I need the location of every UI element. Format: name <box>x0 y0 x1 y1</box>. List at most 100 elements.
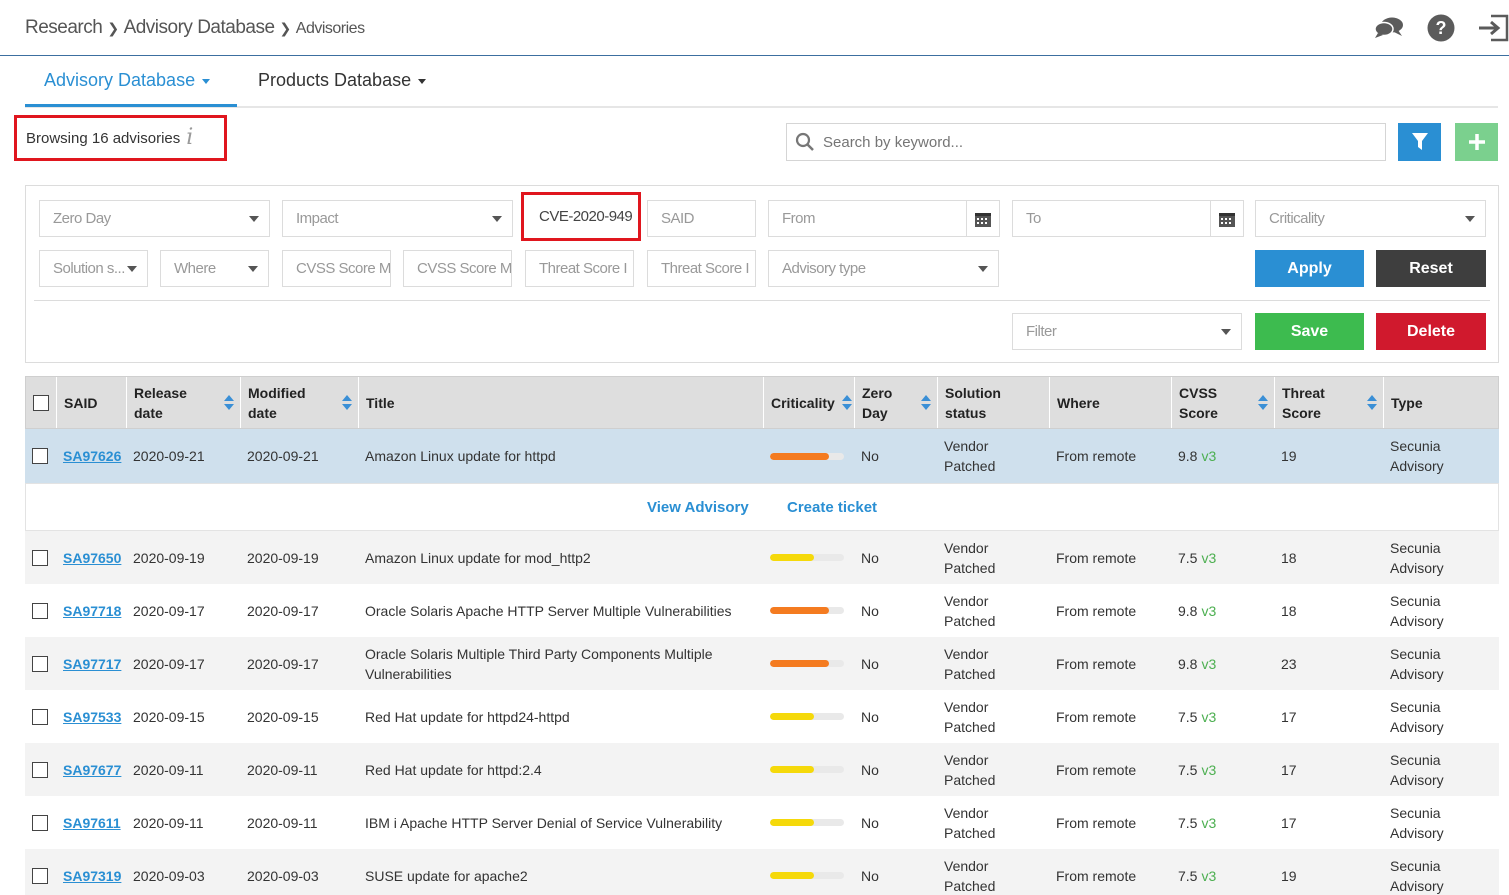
search-input[interactable] <box>823 133 1363 151</box>
breadcrumb-advisory-database[interactable]: Advisory Database <box>124 17 275 39</box>
advisory-type-select[interactable]: Advisory type <box>768 250 999 287</box>
header-cvss-score[interactable]: CVSS Score <box>1172 377 1275 428</box>
said-link[interactable]: SA97319 <box>63 868 121 884</box>
modified-date-cell: 2020-09-19 <box>240 531 358 584</box>
view-advisory-link[interactable]: View Advisory <box>647 484 749 530</box>
from-date-input[interactable]: From <box>768 200 1000 237</box>
criticality-select[interactable]: Criticality <box>1255 200 1486 237</box>
criticality-cell <box>763 637 854 690</box>
cvss-min-input[interactable]: CVSS Score M <box>282 250 391 287</box>
apply-button[interactable]: Apply <box>1255 250 1364 287</box>
tab-products-database[interactable]: Products Database <box>258 70 427 91</box>
logout-icon[interactable] <box>1477 12 1509 44</box>
tab-bar: Advisory Database Products Database <box>25 58 1498 108</box>
zero-day-value: No <box>861 655 879 672</box>
where-value: From remote <box>1056 655 1137 672</box>
row-checkbox[interactable] <box>32 814 48 831</box>
type-cell: Secunia Advisory <box>1383 531 1499 584</box>
said-link[interactable]: SA97717 <box>63 656 121 672</box>
row-checkbox[interactable] <box>32 549 48 566</box>
criticality-cell <box>763 743 854 796</box>
zero-day-select[interactable]: Zero Day <box>39 200 270 237</box>
where-select[interactable]: Where <box>160 250 269 287</box>
modified-date-cell: 2020-09-17 <box>240 637 358 690</box>
header-zero-day[interactable]: Zero Day <box>855 377 938 428</box>
where-value: From remote <box>1056 448 1137 464</box>
browsing-text: Browsing 16 advisories <box>26 129 181 147</box>
where-value: From remote <box>1056 549 1137 566</box>
table-row[interactable]: SA97650 2020-09-19 2020-09-19 Amazon Linux … <box>25 531 1499 584</box>
header-title[interactable]: Title <box>359 377 764 428</box>
solution-status-select[interactable]: Solution s... <box>39 250 148 287</box>
calendar-icon[interactable] <box>966 201 999 236</box>
row-checkbox[interactable] <box>32 448 48 464</box>
row-checkbox[interactable] <box>32 602 48 619</box>
cve-input[interactable]: CVE-2020-949 <box>521 192 641 241</box>
said-link[interactable]: SA97718 <box>63 603 121 619</box>
row-checkbox[interactable] <box>32 708 48 725</box>
said-link[interactable]: SA97677 <box>63 762 121 778</box>
table-row[interactable]: SA97718 2020-09-17 2020-09-17 Oracle Solari… <box>25 584 1499 637</box>
add-button[interactable] <box>1455 123 1498 161</box>
criticality-bar <box>770 713 844 720</box>
table-row[interactable]: SA97717 2020-09-17 2020-09-17 Oracle Solari… <box>25 637 1499 690</box>
advisory-type: Secunia Advisory <box>1390 751 1444 788</box>
impact-select[interactable]: Impact <box>282 200 513 237</box>
tab-advisory-database[interactable]: Advisory Database <box>44 70 211 91</box>
header-solution-status[interactable]: Solution status <box>938 377 1050 428</box>
row-actions: View Advisory Create ticket <box>25 483 1499 531</box>
header-said[interactable]: SAID <box>57 377 127 428</box>
table-row[interactable]: SA97626 2020-09-21 2020-09-21 Amazon Linux … <box>25 429 1499 483</box>
table-row[interactable]: SA97533 2020-09-15 2020-09-15 Red Hat updat… <box>25 690 1499 743</box>
save-button[interactable]: Save <box>1255 313 1364 350</box>
filter-toggle-button[interactable] <box>1398 123 1441 161</box>
said-input[interactable]: SAID <box>647 200 756 237</box>
table-row[interactable]: SA97677 2020-09-11 2020-09-11 Red Hat updat… <box>25 743 1499 796</box>
header-criticality[interactable]: Criticality <box>764 377 855 428</box>
breadcrumb-research[interactable]: Research <box>25 17 103 39</box>
header-where[interactable]: Where <box>1050 377 1172 428</box>
table-row[interactable]: SA97319 2020-09-03 2020-09-03 SUSE update f… <box>25 849 1499 895</box>
create-ticket-link[interactable]: Create ticket <box>787 484 877 530</box>
delete-button[interactable]: Delete <box>1376 313 1486 350</box>
where-cell: From remote <box>1049 743 1171 796</box>
threat-max-input[interactable]: Threat Score I <box>647 250 756 287</box>
said-link[interactable]: SA97650 <box>63 550 121 566</box>
browsing-count: Browsing 16 advisories i <box>14 115 227 161</box>
saved-filter-select[interactable]: Filter <box>1012 313 1242 350</box>
threat-min-input[interactable]: Threat Score I <box>525 250 634 287</box>
to-date-input[interactable]: To <box>1012 200 1244 237</box>
solution-status-value: Solution s... <box>53 260 125 277</box>
where-value: From remote <box>1056 708 1137 725</box>
header-threat-score[interactable]: Threat Score <box>1275 377 1384 428</box>
header-modified-date[interactable]: Modified date <box>241 377 359 428</box>
row-checkbox[interactable] <box>32 761 48 778</box>
header-label: Solution status <box>945 384 1001 421</box>
row-checkbox[interactable] <box>32 867 48 884</box>
tab-label: Products Database <box>258 70 412 90</box>
release-date: 2020-09-15 <box>133 708 205 725</box>
select-all-checkbox[interactable] <box>33 394 49 411</box>
cvss-max-input[interactable]: CVSS Score M <box>403 250 512 287</box>
select-all-cell <box>26 377 57 428</box>
cvss-version: v3 <box>1201 761 1217 778</box>
criticality-bar <box>770 554 844 561</box>
from-placeholder: From <box>782 210 816 227</box>
said-link[interactable]: SA97611 <box>63 815 121 831</box>
table-row[interactable]: SA97611 2020-09-11 2020-09-11 IBM i Apache … <box>25 796 1499 849</box>
header-label: Modified date <box>248 384 306 421</box>
row-checkbox[interactable] <box>32 655 48 672</box>
reset-button[interactable]: Reset <box>1376 250 1486 287</box>
cvss-cell: 9.8 v3 <box>1171 429 1274 483</box>
chat-bubbles-icon[interactable] <box>1373 12 1405 44</box>
said-link[interactable]: SA97533 <box>63 709 121 725</box>
info-icon[interactable]: i <box>186 125 193 150</box>
header-type[interactable]: Type <box>1384 377 1498 428</box>
criticality-cell <box>763 531 854 584</box>
help-icon[interactable]: ? <box>1425 12 1457 44</box>
calendar-icon[interactable] <box>1210 201 1243 236</box>
modified-date: 2020-09-21 <box>247 448 319 464</box>
header-release-date[interactable]: Release date <box>127 377 241 428</box>
said-link[interactable]: SA97626 <box>63 448 121 464</box>
cvss-version: v3 <box>1201 448 1217 464</box>
